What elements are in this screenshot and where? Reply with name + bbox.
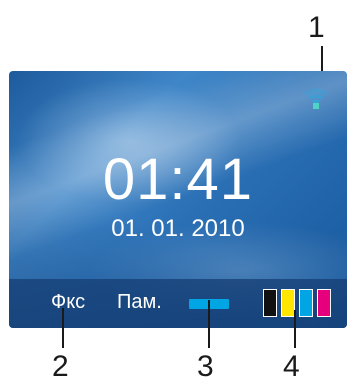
lcd-screen: 01:41 01. 01. 2010 Фкс Пам. <box>9 71 347 328</box>
callout-number-1: 1 <box>308 11 325 44</box>
bottom-status-bar: Фкс Пам. <box>9 279 347 328</box>
wifi-signal-icon <box>303 84 329 110</box>
callout-line-2 <box>62 308 64 348</box>
memory-button[interactable]: Пам. <box>117 292 162 312</box>
callout-number-3: 3 <box>197 350 214 383</box>
ink-yellow <box>281 289 295 317</box>
callout-line-3 <box>208 300 210 348</box>
ink-level-icon[interactable] <box>263 289 331 317</box>
ink-black <box>263 289 277 317</box>
clock-time: 01:41 <box>102 147 254 212</box>
ink-magenta <box>317 289 331 317</box>
callout-number-4: 4 <box>283 350 300 383</box>
clock-date: 01. 01. 2010 <box>111 215 245 242</box>
callout-number-2: 2 <box>52 350 69 383</box>
callout-line-4 <box>294 310 296 348</box>
fax-mode-button[interactable]: Фкс <box>51 292 85 312</box>
ink-cyan <box>299 289 313 317</box>
